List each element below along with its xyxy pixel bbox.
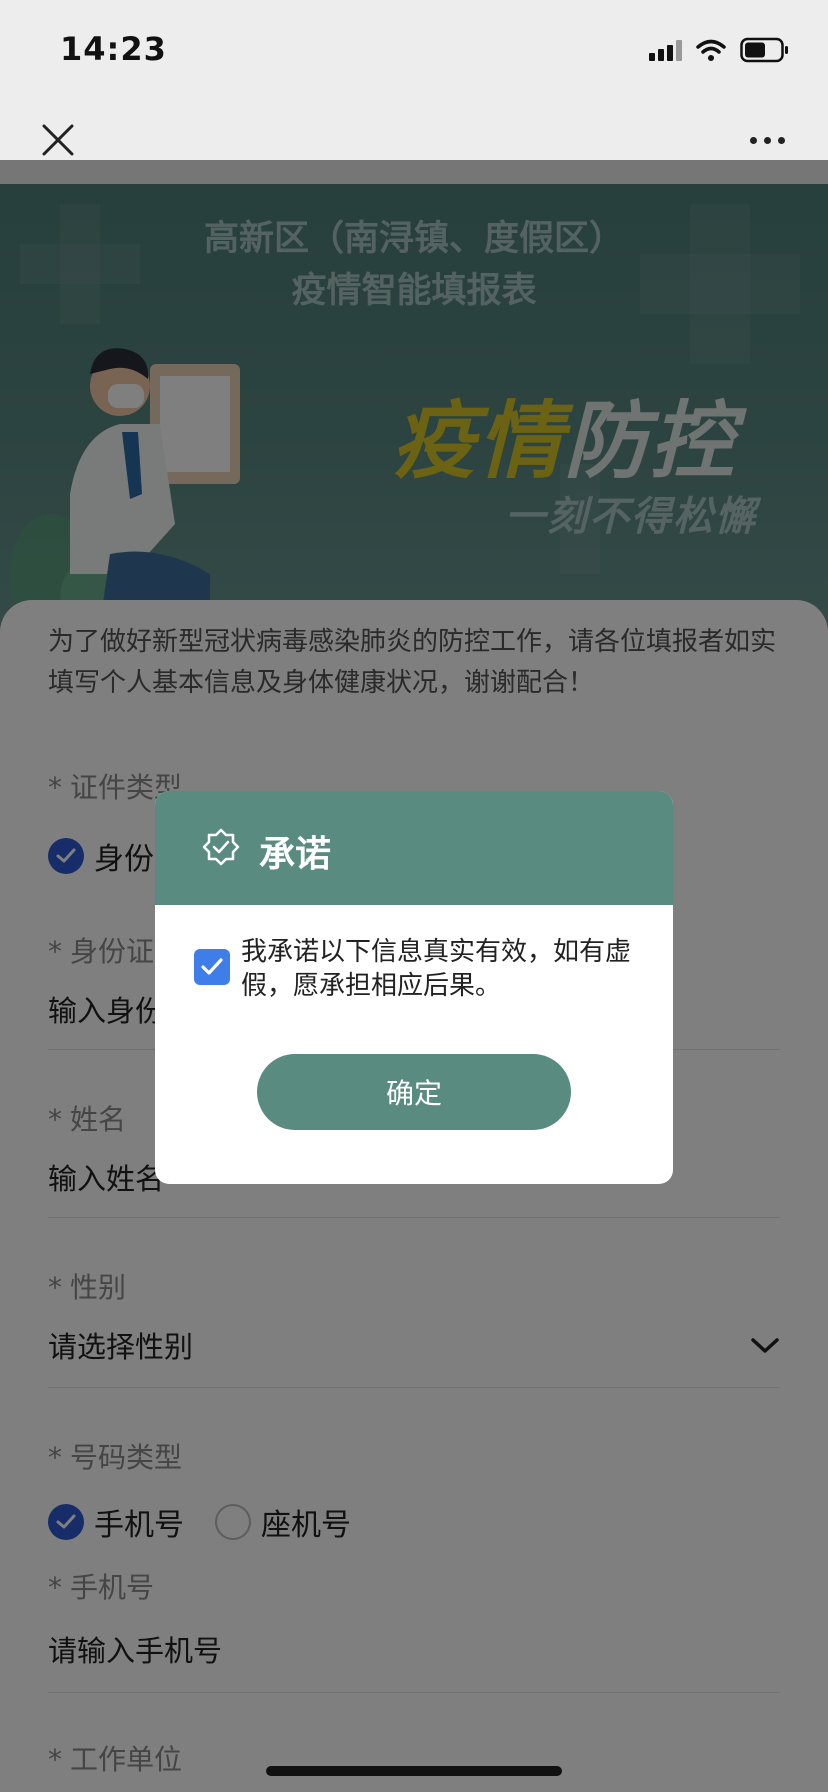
home-indicator[interactable] bbox=[266, 1766, 562, 1776]
status-icons bbox=[649, 36, 790, 64]
promise-statement: 我承诺以下信息真实有效，如有虚假，愿承担相应后果。 bbox=[241, 937, 632, 1001]
promise-dialog: 承诺 我承诺以下信息真实有效，如有虚假，愿承担相应后果。 确定 bbox=[155, 791, 673, 1184]
close-button[interactable] bbox=[36, 118, 80, 162]
dialog-header: 承诺 bbox=[155, 791, 673, 905]
close-icon bbox=[42, 124, 74, 156]
battery-icon bbox=[740, 37, 788, 63]
signal-icon bbox=[649, 39, 682, 61]
confirm-button[interactable]: 确定 bbox=[257, 1054, 571, 1130]
badge-check-icon bbox=[202, 828, 240, 866]
promise-checkbox[interactable] bbox=[194, 949, 230, 985]
dialog-title: 承诺 bbox=[259, 834, 332, 875]
checkmark-icon bbox=[201, 958, 223, 975]
status-bar: 14:23 bbox=[0, 0, 828, 96]
more-icon bbox=[749, 136, 757, 144]
status-time: 14:23 bbox=[60, 30, 167, 68]
more-button[interactable] bbox=[742, 118, 792, 162]
wifi-icon bbox=[696, 39, 726, 61]
